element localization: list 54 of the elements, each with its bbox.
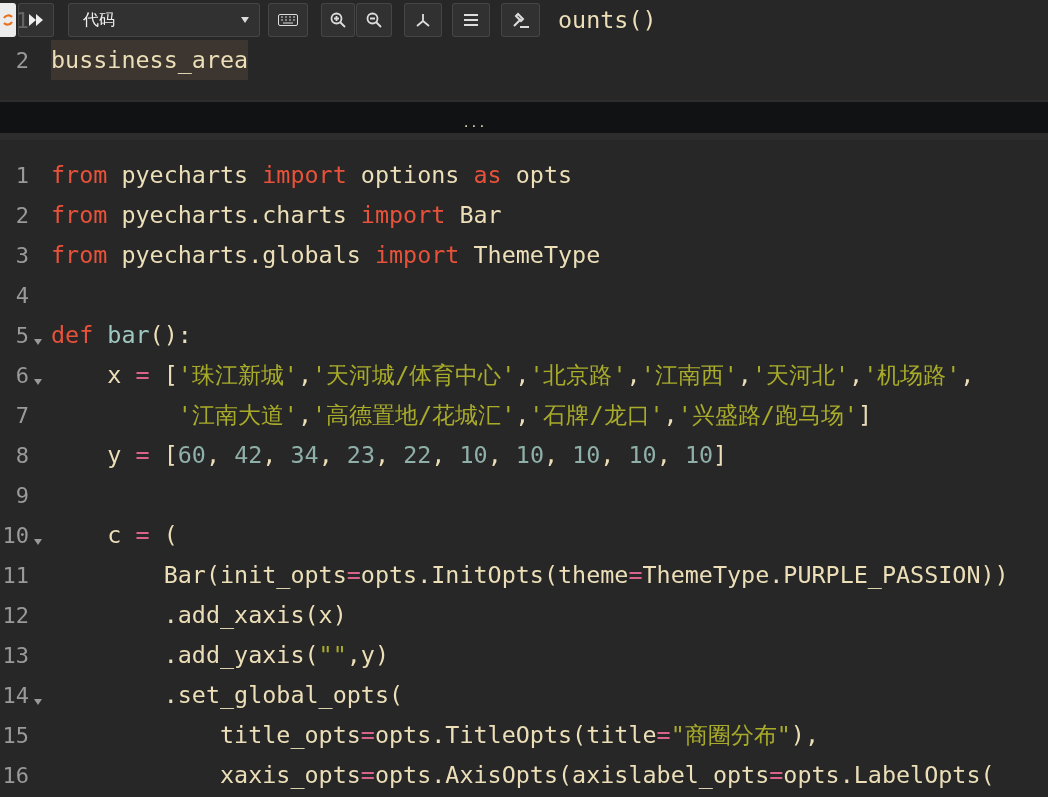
zoom-out-button[interactable] [356, 3, 392, 37]
code-line: from pyecharts import options as opts [51, 161, 573, 189]
zoom-in-button[interactable] [321, 3, 355, 37]
code-line: c = ( [107, 521, 178, 549]
fast-forward-icon [28, 14, 44, 26]
fold-arrow-icon[interactable] [34, 538, 42, 545]
line-number: 5 [15, 322, 29, 348]
line-number: 11 [2, 562, 29, 588]
zoom-in-icon [330, 12, 346, 28]
line-number: 15 [2, 722, 29, 748]
code-line: .add_xaxis(x) [163, 601, 347, 629]
zoom-out-icon [366, 12, 382, 28]
list-icon [463, 13, 479, 27]
fast-forward-button[interactable] [18, 3, 54, 37]
line-number: 12 [2, 602, 29, 628]
code-line: .add_yaxis("",y) [163, 641, 389, 669]
branch-icon [415, 13, 431, 27]
code-line: title_opts=opts.TitleOpts(title="商圈分布"), [220, 720, 819, 751]
keyboard-button[interactable] [268, 3, 308, 37]
line-number: 4 [15, 282, 29, 308]
code-line: xaxis_opts=opts.AxisOpts(axislabel_opts=opts.LabelOpts( [220, 761, 995, 789]
code-line: from pyecharts.charts import Bar [51, 201, 502, 229]
line-number: 6 [15, 362, 29, 388]
collapsed-output-label[interactable]: ... [462, 115, 486, 133]
hammer-icon [511, 12, 530, 28]
code-line: y = [60, 42, 34, 23, 22, 10, 10, 10, 10, 10] [107, 441, 728, 469]
code-line: .set_global_opts( [163, 681, 404, 709]
fold-arrow-icon[interactable] [34, 698, 42, 705]
line-number: 16 [2, 762, 29, 788]
code-line: def bar(): [51, 321, 192, 349]
code-line: x = ['珠江新城','天河城/体育中心','北京路','江南西','天河北','机场路', [107, 360, 975, 391]
line-number: 3 [15, 242, 29, 268]
line-number: 14 [2, 682, 29, 708]
line-number: 9 [15, 482, 29, 508]
caret-icon [241, 17, 249, 23]
code-line: ounts() [557, 6, 657, 34]
hammer-button[interactable] [501, 3, 540, 37]
code-line: from pyecharts.globals import ThemeType [51, 241, 601, 269]
line-number: 10 [2, 522, 29, 548]
refresh-icon [3, 13, 13, 27]
line-number: 13 [2, 642, 29, 668]
line-number: 2 [15, 47, 29, 73]
keyboard-icon [278, 14, 298, 26]
code-line: '江南大道','高德置地/花城汇','石牌/龙口','兴盛路/跑马场'] [177, 400, 873, 431]
line-number: 1 [15, 162, 29, 188]
merge-button[interactable] [404, 3, 442, 37]
line-number: 2 [15, 202, 29, 228]
list-button[interactable] [452, 3, 490, 37]
code-line: Bar(init_opts=opts.InitOpts(theme=ThemeType.PURPLE_PASSION)) [163, 561, 1009, 589]
fold-arrow-icon[interactable] [34, 378, 42, 385]
line-number: 8 [15, 442, 29, 468]
line-number: 7 [15, 402, 29, 428]
cell-type-dropdown[interactable]: 代码 [68, 3, 260, 37]
fold-arrow-icon[interactable] [34, 338, 42, 345]
